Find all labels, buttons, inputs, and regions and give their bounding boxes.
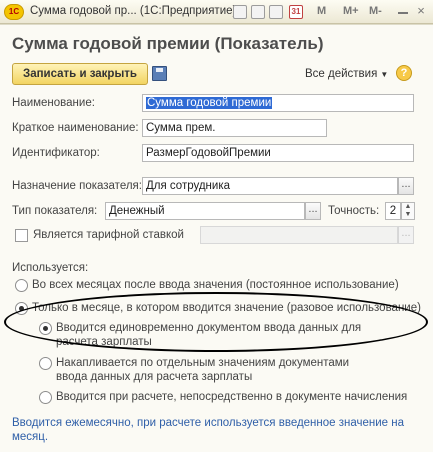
purpose-label: Назначение показателя: <box>12 180 142 192</box>
calculator-icon[interactable] <box>269 5 283 19</box>
usage-option-permanent-radio[interactable] <box>15 279 28 292</box>
save-and-close-button[interactable]: Записать и закрыть <box>12 63 148 85</box>
memory-minus-button[interactable]: M- <box>369 5 382 17</box>
usage-note: Вводится ежемесячно, при расчете использ… <box>12 417 405 443</box>
app-logo-icon: 1C <box>4 4 24 20</box>
sub-option-accumulate-label[interactable]: Накапливается по отдельным значениям док… <box>56 356 366 384</box>
memory-plus-button[interactable]: M+ <box>343 5 359 17</box>
tariff-checkbox[interactable] <box>15 229 28 242</box>
calendar-icon[interactable]: 31 <box>289 5 303 19</box>
titlebar-divider <box>0 24 433 25</box>
identifier-field[interactable]: РазмерГодовойПремии <box>142 144 414 162</box>
sub-option-calculation-radio[interactable] <box>39 391 52 404</box>
highlight-ellipse <box>4 292 428 352</box>
tariff-choose-button: ... <box>398 226 414 244</box>
precision-field[interactable]: 2 <box>385 202 401 220</box>
help-button[interactable]: ? <box>396 65 412 81</box>
spin-up-icon[interactable]: ▲ <box>402 203 414 211</box>
window-titlebar: 1C Сумма годовой пр... (1С:Предприятие) … <box>0 0 433 24</box>
close-icon[interactable]: × <box>414 4 428 19</box>
type-choose-button[interactable]: ... <box>305 202 321 220</box>
tariff-rate-field <box>200 226 398 244</box>
chevron-down-icon: ▼ <box>380 70 389 79</box>
type-label: Тип показателя: <box>12 205 98 217</box>
sub-option-calculation-label[interactable]: Вводится при расчете, непосредственно в … <box>56 390 407 404</box>
form-heading: Сумма годовой премии (Показатель) <box>12 34 324 53</box>
name-value: Сумма годовой премии <box>146 97 273 109</box>
tariff-label: Является тарифной ставкой <box>33 229 184 241</box>
window-title: Сумма годовой пр... (1С:Предприятие) <box>30 5 237 17</box>
precision-spinner[interactable]: ▲ ▼ <box>401 202 415 220</box>
sub-option-accumulate-radio[interactable] <box>39 357 52 370</box>
precision-label: Точность: <box>328 205 380 217</box>
all-actions-label: Все действия <box>305 68 378 80</box>
all-actions-menu[interactable]: Все действия ▼ <box>305 68 388 80</box>
short-name-label: Краткое наименование: <box>12 122 139 134</box>
type-field[interactable]: Денежный <box>105 202 305 220</box>
spin-down-icon[interactable]: ▼ <box>402 211 414 219</box>
copy-icon[interactable] <box>251 5 265 19</box>
minimize-icon[interactable] <box>396 5 410 19</box>
name-label: Наименование: <box>12 97 95 109</box>
purpose-field[interactable]: Для сотрудника <box>142 177 398 195</box>
short-name-field[interactable]: Сумма прем. <box>142 119 327 137</box>
name-field[interactable]: Сумма годовой премии <box>142 94 414 112</box>
identifier-label: Идентификатор: <box>12 147 100 159</box>
purpose-choose-button[interactable]: ... <box>398 177 414 195</box>
usage-option-permanent-label[interactable]: Во всех месяцах после ввода значения (по… <box>32 278 399 292</box>
used-label: Используется: <box>12 262 89 274</box>
save-icon[interactable] <box>152 66 167 81</box>
nav-back-icon[interactable] <box>233 5 247 19</box>
memory-button[interactable]: M <box>317 5 326 17</box>
